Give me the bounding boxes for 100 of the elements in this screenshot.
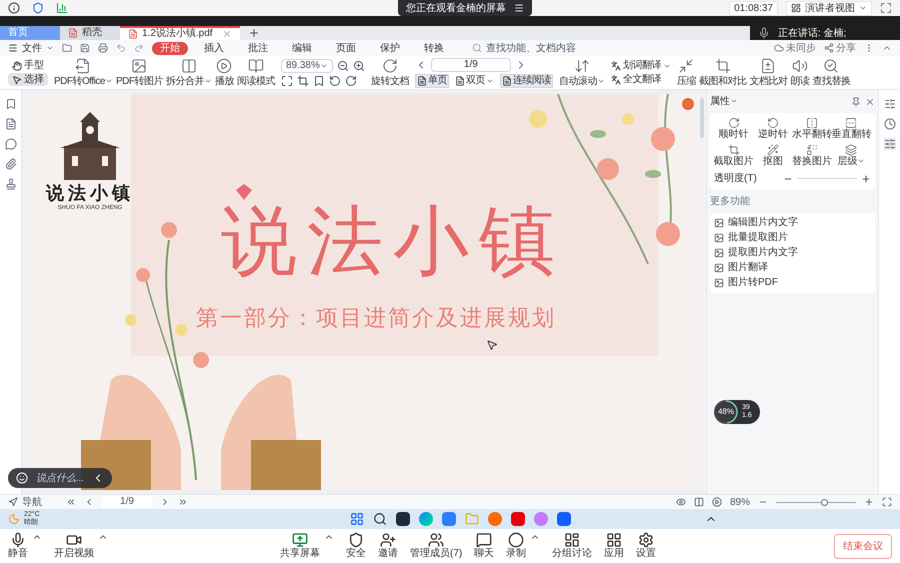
ribbon-button[interactable]: 朗读 [789,58,810,88]
chat-input[interactable]: 说点什么... [8,468,112,488]
page-field[interactable]: 1/9 [102,496,152,508]
comment-icon[interactable] [4,138,16,150]
meeting-control[interactable]: 邀请 [378,532,398,560]
meeting-control[interactable]: 分组讨论 [552,532,592,560]
two-page-icon[interactable] [694,497,704,507]
view-mode-button[interactable]: 单页 [414,74,449,88]
image-tool-button[interactable]: 逆时针 [753,117,792,140]
start-icon[interactable] [350,512,364,526]
rotate-right-icon[interactable] [344,74,357,86]
fullscreen-icon[interactable] [880,2,892,14]
meeting-control[interactable]: 录制 [506,532,540,560]
view-mode-button[interactable]: 连续阅读 [500,74,553,88]
navigation-button[interactable]: 导航 [8,494,42,510]
view-mode-button[interactable]: 双页 [452,74,496,88]
menu-tab[interactable]: 页面 [328,42,364,54]
fullscreen-icon[interactable] [882,497,892,507]
plus-icon[interactable] [861,174,871,184]
app-icon[interactable] [557,512,571,526]
image-tool-button[interactable]: 顺时针 [714,117,754,140]
app-icon[interactable] [511,512,525,526]
meeting-control[interactable]: 设置 [636,532,656,560]
menu-tab[interactable]: 编辑 [284,42,320,54]
more-tool-item[interactable]: 提取图片内文字 [714,247,871,259]
ribbon-button[interactable]: 压缩 [676,58,697,88]
image-tool-button[interactable]: 垂直翻转 [832,117,871,140]
document-tab[interactable]: 1.2说法小镇.pdf [120,26,240,40]
redo-icon[interactable] [134,43,144,53]
sync-share-button[interactable]: 分享 [824,40,856,56]
menu-tab[interactable]: 插入 [196,42,232,54]
meeting-control[interactable]: 管理成员(7) [410,532,462,560]
close-icon[interactable] [865,96,875,106]
ribbon-button[interactable]: 旋转文档 [370,58,410,88]
last-page-icon[interactable] [178,497,188,507]
stamp-icon[interactable] [4,178,16,190]
menu-tab[interactable]: 批注 [240,42,276,54]
image-tool-button[interactable]: 替换图片 [792,144,832,167]
image-tool-button[interactable]: 层级 [832,144,871,167]
first-page-icon[interactable] [66,497,76,507]
ribbon-button[interactable]: PDF转Office [53,58,114,88]
more-tool-item[interactable]: 图片翻译 [714,262,871,274]
translate-button[interactable]: 划词翻译 [610,60,671,72]
shield-icon[interactable] [32,2,44,14]
info-icon[interactable] [8,2,20,14]
play-icon[interactable] [712,497,722,507]
more-tool-item[interactable]: 编辑图片内文字 [714,217,871,229]
bookmark-icon[interactable] [312,74,325,86]
document-tab[interactable]: 稻壳 [60,26,120,40]
ribbon-button[interactable]: 阅读模式 [236,58,276,88]
print-icon[interactable] [98,43,108,53]
pin-icon[interactable] [851,96,861,106]
clock-icon[interactable] [884,118,896,130]
menu-tab[interactable]: 转换 [416,42,452,54]
ribbon-button[interactable]: 文档比对 [748,58,788,88]
meeting-control[interactable]: 应用 [604,532,624,560]
new-tab-icon[interactable] [248,27,260,39]
mode-button[interactable]: 手型 [8,59,48,72]
menu-tab[interactable]: 开始 [152,42,188,54]
meeting-control[interactable]: 静音 [8,532,42,560]
ribbon-button[interactable]: 截图和对比 [698,58,748,88]
ribbon-button[interactable]: 查找替换 [811,58,852,88]
zoom-in-icon[interactable] [864,497,874,507]
search-icon[interactable] [373,512,387,526]
rotate-left-icon[interactable] [328,74,341,86]
scrollbar-thumb[interactable] [700,98,704,138]
page-field[interactable]: 1/9 [430,58,511,72]
ribbon-button[interactable]: 自动滚动 [558,58,606,88]
zoom-field[interactable]: 89.38% [280,58,333,72]
ribbon-button[interactable]: 拆分合并 [164,58,213,88]
more-tool-item[interactable]: 图片转PDF [714,277,871,289]
ribbon-button[interactable]: 播放 [214,58,235,88]
ribbon-button[interactable]: PDF转图片 [114,58,164,88]
menu-tab[interactable]: 保护 [372,42,408,54]
menu-icon[interactable] [514,3,524,13]
fit-page-icon[interactable] [280,74,293,86]
browser-icon[interactable] [419,512,433,526]
thumbnail-icon[interactable] [4,118,16,130]
more-tool-item[interactable]: 批量提取图片 [714,232,871,244]
save-icon[interactable] [80,43,90,53]
image-tool-button[interactable]: 抠图 [753,144,792,167]
eye-icon[interactable] [676,497,686,507]
image-tool-button[interactable]: 截取图片 [714,144,754,167]
sync-share-button[interactable]: 未同步 [774,40,816,56]
file-menu[interactable]: 文件 [8,40,54,56]
translate-button[interactable]: 全文翻译 [610,74,671,86]
zoom-slider-thumb[interactable] [821,498,828,506]
view-mode-dropdown[interactable]: 演讲者视图 [786,0,872,16]
mode-button[interactable]: 选择 [8,73,48,86]
zoom-out-icon[interactable] [336,60,349,72]
adjust-icon[interactable] [884,98,896,110]
zoom-in-icon[interactable] [352,60,365,72]
undo-icon[interactable] [116,43,126,53]
signal-icon[interactable] [56,2,68,14]
end-meeting-button[interactable]: 结束会议 [834,534,892,558]
meeting-control[interactable]: 共享屏幕 [280,532,334,560]
attachment-icon[interactable] [4,158,16,170]
properties-icon[interactable] [884,138,896,150]
meeting-control[interactable]: 聊天 [474,532,494,560]
bookmark-icon[interactable] [4,98,16,110]
